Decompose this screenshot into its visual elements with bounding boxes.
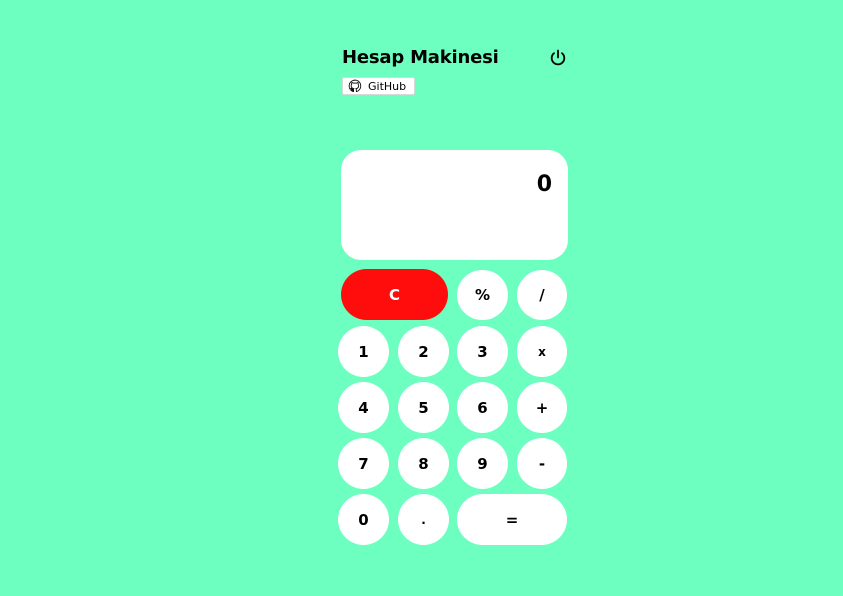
github-icon — [348, 79, 362, 93]
power-icon[interactable] — [548, 48, 568, 68]
digit-4-button[interactable]: 4 — [338, 382, 389, 433]
clear-button[interactable]: C — [341, 269, 448, 320]
digit-5-button[interactable]: 5 — [398, 382, 449, 433]
github-button[interactable]: GitHub — [342, 77, 415, 95]
digit-9-button[interactable]: 9 — [457, 438, 508, 489]
minus-button[interactable]: - — [517, 438, 567, 489]
calculator-display: 0 — [341, 150, 568, 260]
digit-1-button[interactable]: 1 — [338, 326, 389, 377]
divide-button[interactable]: / — [517, 270, 567, 320]
display-value: 0 — [536, 172, 552, 197]
digit-6-button[interactable]: 6 — [457, 382, 508, 433]
app-title: Hesap Makinesi — [342, 47, 499, 68]
percent-button[interactable]: % — [457, 270, 508, 320]
plus-button[interactable]: + — [517, 382, 567, 433]
equals-button[interactable]: = — [457, 494, 567, 545]
digit-8-button[interactable]: 8 — [398, 438, 449, 489]
github-label: GitHub — [368, 79, 407, 93]
decimal-button[interactable]: . — [398, 494, 449, 545]
digit-0-button[interactable]: 0 — [338, 494, 389, 545]
digit-2-button[interactable]: 2 — [398, 326, 449, 377]
digit-3-button[interactable]: 3 — [457, 326, 508, 377]
multiply-button[interactable]: x — [517, 326, 567, 377]
digit-7-button[interactable]: 7 — [338, 438, 389, 489]
